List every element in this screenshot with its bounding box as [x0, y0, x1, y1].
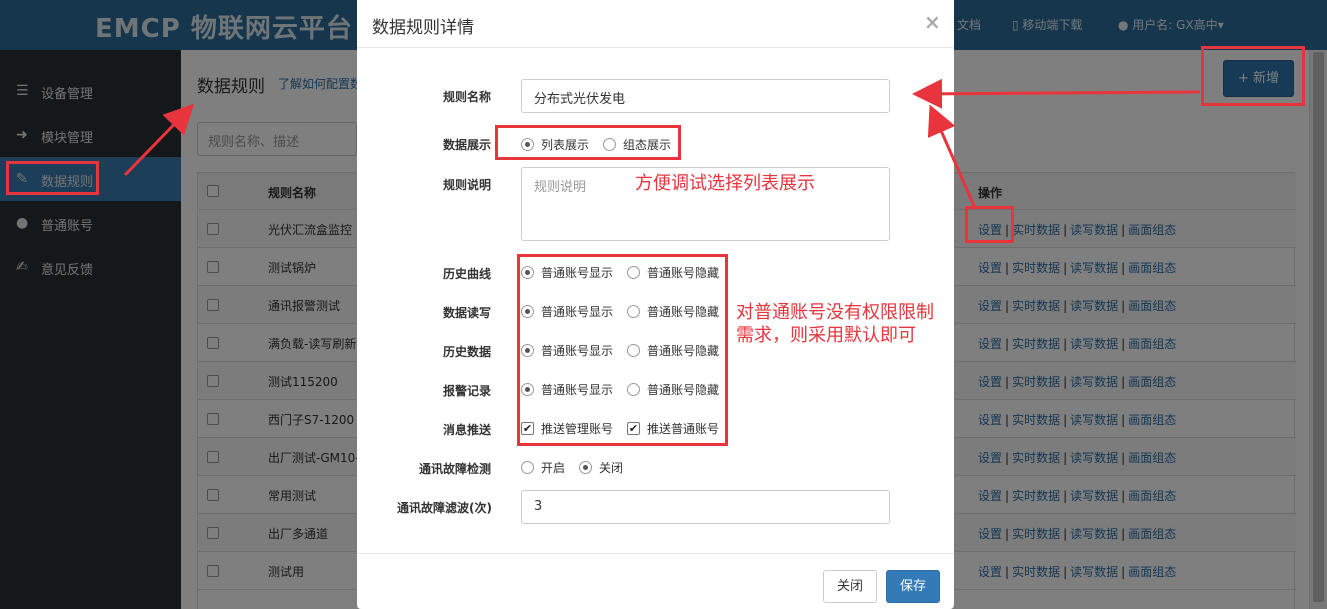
- arrow-add-to-name: [912, 78, 1201, 109]
- arrow-sidebar: [123, 103, 195, 177]
- annotation-arrows: [123, 78, 1201, 209]
- arrow-settings-to-name: [927, 104, 977, 209]
